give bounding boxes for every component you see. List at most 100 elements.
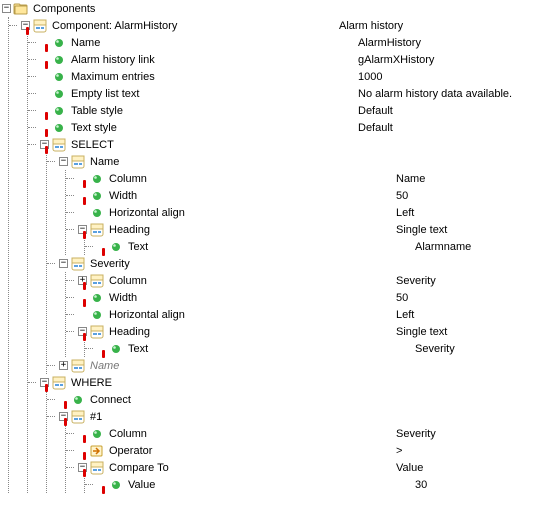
arrow-icon [89, 443, 105, 459]
select-column-name[interactable]: − Name [57, 153, 544, 170]
value: No alarm history data available. [358, 88, 512, 100]
property-sheet-icon [89, 273, 105, 289]
prop-width[interactable]: Width 50 [76, 289, 544, 306]
value: 30 [415, 479, 427, 491]
value-icon [70, 392, 86, 408]
label: Name [90, 156, 123, 168]
prop-horizontal-align[interactable]: Horizontal align Left [76, 204, 544, 221]
prop-alarm-history-link[interactable]: Alarm history link gAlarmXHistory [38, 51, 544, 68]
label: WHERE [71, 377, 116, 389]
value: gAlarmXHistory [358, 54, 434, 66]
value-icon [89, 205, 105, 221]
label: Horizontal align [109, 207, 189, 219]
property-sheet-icon [32, 18, 48, 34]
label: Heading [109, 224, 154, 236]
property-sheet-icon [89, 324, 105, 340]
value: Single text [396, 326, 447, 338]
prop-heading[interactable]: − Heading Single text [76, 323, 544, 340]
label: Severity [90, 258, 134, 270]
label: Column [109, 428, 151, 440]
property-sheet-icon [51, 375, 67, 391]
label: Horizontal align [109, 309, 189, 321]
folder-icon [13, 1, 29, 17]
value-icon [108, 341, 124, 357]
select-column-name-collapsed[interactable]: + Name [57, 357, 544, 374]
prop-horizontal-align[interactable]: Horizontal align Left [76, 306, 544, 323]
label: Value [128, 479, 159, 491]
prop-empty-list-text[interactable]: Empty list text No alarm history data av… [38, 85, 544, 102]
property-sheet-icon [89, 460, 105, 476]
expand-toggle[interactable]: − [59, 157, 68, 166]
value-icon [51, 86, 67, 102]
label: Empty list text [71, 88, 143, 100]
label: Text style [71, 122, 121, 134]
value-icon [108, 477, 124, 493]
property-sheet-icon [70, 154, 86, 170]
value: Left [396, 207, 414, 219]
value: Default [358, 122, 393, 134]
prop-where-compare-value[interactable]: Value 30 [95, 476, 544, 493]
prop-heading-text[interactable]: Text Severity [95, 340, 544, 357]
expand-toggle[interactable]: + [59, 361, 68, 370]
property-sheet-icon [70, 256, 86, 272]
label: Column [109, 173, 151, 185]
label: Operator [109, 445, 156, 457]
value: Left [396, 309, 414, 321]
label: Width [109, 292, 141, 304]
value-icon [89, 171, 105, 187]
label: Components [33, 3, 99, 15]
select-column-severity[interactable]: − Severity [57, 255, 544, 272]
value: 50 [396, 292, 408, 304]
prop-where-column[interactable]: Column Severity [76, 425, 544, 442]
property-sheet-icon [70, 358, 86, 374]
property-sheet-icon [51, 137, 67, 153]
prop-heading-text[interactable]: Text Alarmname [95, 238, 544, 255]
label: Compare To [109, 462, 173, 474]
value: AlarmHistory [358, 37, 421, 49]
label: #1 [90, 411, 106, 423]
value-icon [51, 120, 67, 136]
prop-column[interactable]: + Column Severity [76, 272, 544, 289]
label: Maximum entries [71, 71, 159, 83]
value-icon [89, 307, 105, 323]
prop-width[interactable]: Width 50 [76, 187, 544, 204]
value: Name [396, 173, 425, 185]
node-component[interactable]: − Component: AlarmHistory Alarm history [19, 17, 544, 34]
prop-connect[interactable]: Connect [57, 391, 544, 408]
value-icon [108, 239, 124, 255]
value-icon [51, 103, 67, 119]
value: Severity [415, 343, 455, 355]
label: Table style [71, 105, 127, 117]
label: SELECT [71, 139, 118, 151]
label: Component: AlarmHistory [52, 20, 181, 32]
label: Name [90, 360, 123, 372]
where-item-1[interactable]: − #1 [57, 408, 544, 425]
prop-maximum-entries[interactable]: Maximum entries 1000 [38, 68, 544, 85]
node-where[interactable]: − WHERE [38, 374, 544, 391]
label: Text [128, 241, 152, 253]
prop-text-style[interactable]: Text style Default [38, 119, 544, 136]
prop-heading[interactable]: − Heading Single text [76, 221, 544, 238]
label: Heading [109, 326, 154, 338]
node-select[interactable]: − SELECT [38, 136, 544, 153]
value-icon [51, 52, 67, 68]
prop-where-operator[interactable]: Operator > [76, 442, 544, 459]
label: Connect [90, 394, 135, 406]
value: Severity [396, 428, 436, 440]
expand-toggle[interactable]: − [59, 259, 68, 268]
node-components[interactable]: − Components [0, 0, 544, 17]
value-icon [89, 290, 105, 306]
value: > [396, 445, 402, 457]
value-icon [51, 35, 67, 51]
label: Text [128, 343, 152, 355]
prop-table-style[interactable]: Table style Default [38, 102, 544, 119]
prop-where-compare[interactable]: − Compare To Value [76, 459, 544, 476]
value: 1000 [358, 71, 382, 83]
prop-name[interactable]: Name AlarmHistory [38, 34, 544, 51]
tree-root: − Components − Component: AlarmHistory A… [0, 0, 544, 493]
prop-column[interactable]: Column Name [76, 170, 544, 187]
value-icon [89, 426, 105, 442]
value: Alarm history [339, 20, 403, 32]
property-sheet-icon [70, 409, 86, 425]
expand-toggle[interactable]: − [2, 4, 11, 13]
